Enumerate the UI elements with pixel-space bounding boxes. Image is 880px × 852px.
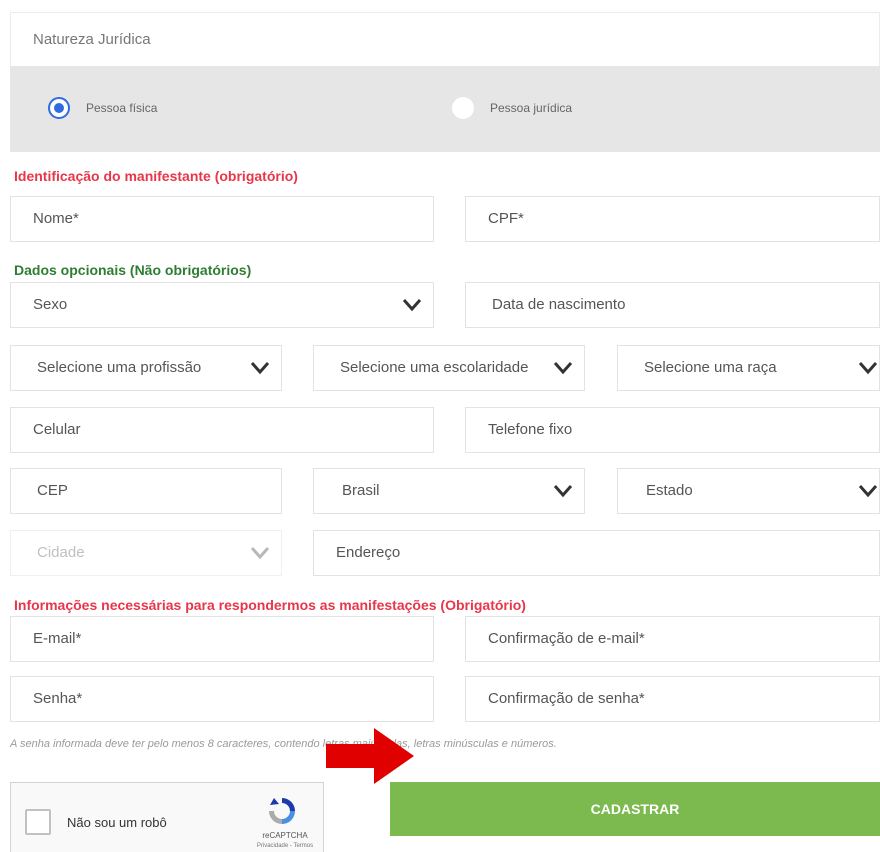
recaptcha-widget: Não sou um robô reCAPTCHA Privacidade - …: [10, 782, 324, 852]
confirm-email-input[interactable]: Confirmação de e-mail*: [465, 616, 880, 662]
chevron-down-icon: [251, 361, 269, 375]
opcionais-heading: Dados opcionais (Não obrigatórios): [14, 262, 252, 278]
profissao-select[interactable]: Selecione uma profissão: [10, 345, 282, 391]
recaptcha-label: Não sou um robô: [67, 815, 167, 830]
profissao-select-label: Selecione uma profissão: [37, 359, 202, 376]
endereco-input[interactable]: Endereço: [313, 530, 880, 576]
telefone-fixo-input[interactable]: Telefone fixo: [465, 407, 880, 453]
raca-select-label: Selecione uma raça: [644, 359, 777, 376]
radio-selected-icon: [48, 97, 70, 119]
chevron-down-icon: [859, 484, 877, 498]
chevron-down-icon: [403, 298, 421, 312]
escolaridade-select-label: Selecione uma escolaridade: [340, 359, 529, 376]
nome-input[interactable]: Nome*: [10, 196, 434, 242]
sexo-select[interactable]: Sexo: [10, 282, 434, 328]
confirm-senha-input[interactable]: Confirmação de senha*: [465, 676, 880, 722]
cpf-input[interactable]: CPF*: [465, 196, 880, 242]
senha-hint: A senha informada deve ter pelo menos 8 …: [10, 738, 557, 750]
data-nascimento-input[interactable]: Data de nascimento: [465, 282, 880, 328]
recaptcha-checkbox[interactable]: [25, 809, 51, 835]
chevron-down-icon: [859, 361, 877, 375]
cidade-select-label: Cidade: [37, 544, 85, 561]
chevron-down-icon: [554, 484, 572, 498]
red-arrow-icon: [326, 728, 414, 784]
identificacao-heading: Identificação do manifestante (obrigatór…: [14, 168, 298, 184]
estado-select[interactable]: Estado: [617, 468, 880, 514]
escolaridade-select[interactable]: Selecione uma escolaridade: [313, 345, 585, 391]
acesso-heading: Informações necessárias para respondermo…: [14, 597, 526, 613]
cidade-select[interactable]: Cidade: [10, 530, 282, 576]
natureza-radio-group: Pessoa física Pessoa jurídica: [10, 66, 880, 152]
email-input[interactable]: E-mail*: [10, 616, 434, 662]
chevron-down-icon: [554, 361, 572, 375]
raca-select[interactable]: Selecione uma raça: [617, 345, 880, 391]
cep-input[interactable]: CEP: [10, 468, 282, 514]
registration-form: Natureza Jurídica Pessoa física Pessoa j…: [0, 0, 880, 852]
recaptcha-brand: reCAPTCHA: [262, 831, 308, 840]
estado-select-label: Estado: [646, 482, 693, 499]
cadastrar-button[interactable]: CADASTRAR: [390, 782, 880, 836]
radio-pessoa-juridica[interactable]: Pessoa jurídica: [452, 94, 572, 122]
radio-pessoa-fisica[interactable]: Pessoa física: [48, 94, 157, 122]
senha-input[interactable]: Senha*: [10, 676, 434, 722]
recaptcha-terms[interactable]: Privacidade - Termos: [247, 843, 323, 849]
sexo-select-label: Sexo: [33, 296, 68, 313]
radio-pessoa-fisica-label: Pessoa física: [86, 101, 158, 115]
chevron-down-icon: [251, 546, 269, 560]
recaptcha-logo-icon: [269, 798, 295, 824]
pais-select[interactable]: Brasil: [313, 468, 585, 514]
pais-select-label: Brasil: [342, 482, 380, 499]
celular-input[interactable]: Celular: [10, 407, 434, 453]
radio-unselected-icon: [452, 97, 474, 119]
natureza-juridica-label: Natureza Jurídica: [10, 12, 880, 66]
radio-pessoa-juridica-label: Pessoa jurídica: [490, 101, 573, 115]
